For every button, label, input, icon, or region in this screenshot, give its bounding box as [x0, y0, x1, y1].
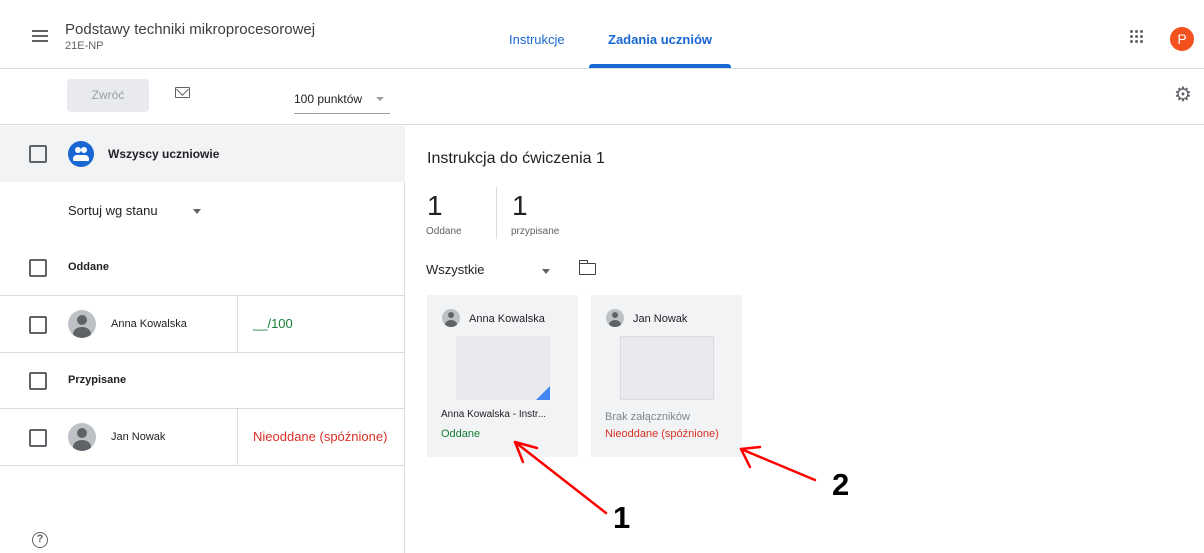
- card-student-name: Anna Kowalska: [469, 313, 545, 325]
- stat-assigned-count: 1: [512, 190, 528, 221]
- all-students-checkbox[interactable]: [29, 145, 47, 163]
- card-status: Oddane: [441, 428, 481, 440]
- student-name: Jan Nowak: [111, 431, 166, 443]
- chevron-down-icon: [193, 209, 201, 214]
- divider: [496, 187, 497, 239]
- filter-dropdown[interactable]: Wszystkie: [426, 262, 485, 277]
- card-student-name: Jan Nowak: [633, 313, 688, 325]
- section-checkbox-przypisane[interactable]: [29, 372, 47, 390]
- avatar: [68, 423, 96, 451]
- student-row[interactable]: Anna Kowalska __/100: [0, 296, 405, 353]
- help-icon[interactable]: ?: [32, 532, 48, 548]
- annotation-arrow-2: [739, 445, 817, 482]
- student-checkbox[interactable]: [29, 429, 47, 447]
- stat-turned-in-label: Oddane: [426, 226, 462, 237]
- return-button[interactable]: Zwróć: [67, 79, 149, 112]
- top-bar: Podstawy techniki mikroprocesorowej 21E-…: [0, 0, 1204, 69]
- card-status: Nieoddane (spóźnione): [605, 428, 719, 440]
- folder-icon[interactable]: [578, 260, 596, 275]
- account-avatar[interactable]: P: [1170, 27, 1194, 51]
- attachment-thumbnail: [620, 336, 714, 400]
- section-checkbox-oddane[interactable]: [29, 259, 47, 277]
- menu-icon[interactable]: [32, 30, 48, 42]
- apps-grid-icon[interactable]: [1130, 30, 1144, 44]
- attachment-thumbnail[interactable]: [456, 336, 550, 400]
- student-name: Anna Kowalska: [111, 318, 187, 330]
- tab-student-work[interactable]: Zadania uczniów: [608, 32, 712, 47]
- sort-label: Sortuj wg stanu: [68, 203, 158, 218]
- no-attachment-label: Brak załączników: [605, 411, 690, 423]
- avatar: [68, 310, 96, 338]
- student-checkbox[interactable]: [29, 316, 47, 334]
- divider: [237, 296, 238, 352]
- all-students-row[interactable]: Wszyscy uczniowie: [0, 126, 405, 182]
- section-header-oddane: Oddane: [0, 240, 405, 296]
- email-icon[interactable]: [175, 87, 190, 98]
- sort-dropdown[interactable]: Sortuj wg stanu: [0, 182, 405, 240]
- gear-icon[interactable]: ⚙: [1174, 85, 1192, 105]
- stat-assigned-label: przypisane: [511, 226, 560, 237]
- student-row[interactable]: Jan Nowak Nieoddane (spóźnione): [0, 409, 405, 466]
- section-label: Przypisane: [68, 374, 127, 386]
- student-list-panel: Wszyscy uczniowie Sortuj wg stanu Oddane…: [0, 126, 405, 553]
- avatar: [606, 309, 624, 327]
- toolbar: Zwróć 100 punktów ⚙: [0, 70, 1204, 125]
- attachment-name: Anna Kowalska - Instr...: [441, 409, 547, 420]
- group-icon: [68, 141, 94, 167]
- assignment-title: Instrukcja do ćwiczenia 1: [427, 150, 605, 167]
- submission-card[interactable]: Jan Nowak Brak załączników Nieoddane (sp…: [591, 295, 742, 457]
- grade-input[interactable]: __/100: [253, 316, 293, 331]
- submission-card[interactable]: Anna Kowalska Anna Kowalska - Instr... O…: [427, 295, 578, 457]
- annotation-label-2: 2: [832, 467, 850, 502]
- doc-corner-icon: [536, 386, 550, 400]
- student-status: Nieoddane (spóźnione): [253, 429, 388, 444]
- course-title[interactable]: Podstawy techniki mikroprocesorowej: [65, 21, 315, 38]
- all-students-label: Wszyscy uczniowie: [108, 147, 220, 161]
- course-code: 21E-NP: [65, 40, 104, 52]
- points-value: 100 punktów: [294, 92, 363, 106]
- tab-instructions[interactable]: Instrukcje: [509, 32, 565, 47]
- avatar: [442, 309, 460, 327]
- chevron-down-icon[interactable]: [542, 269, 550, 274]
- section-label: Oddane: [68, 261, 109, 273]
- active-tab-indicator: [589, 64, 731, 68]
- points-select[interactable]: 100 punktów: [294, 92, 390, 114]
- annotation-label-1: 1: [613, 500, 631, 535]
- chevron-down-icon: [376, 97, 384, 101]
- section-header-przypisane: Przypisane: [0, 353, 405, 409]
- divider: [237, 409, 238, 465]
- stat-turned-in-count: 1: [427, 190, 443, 221]
